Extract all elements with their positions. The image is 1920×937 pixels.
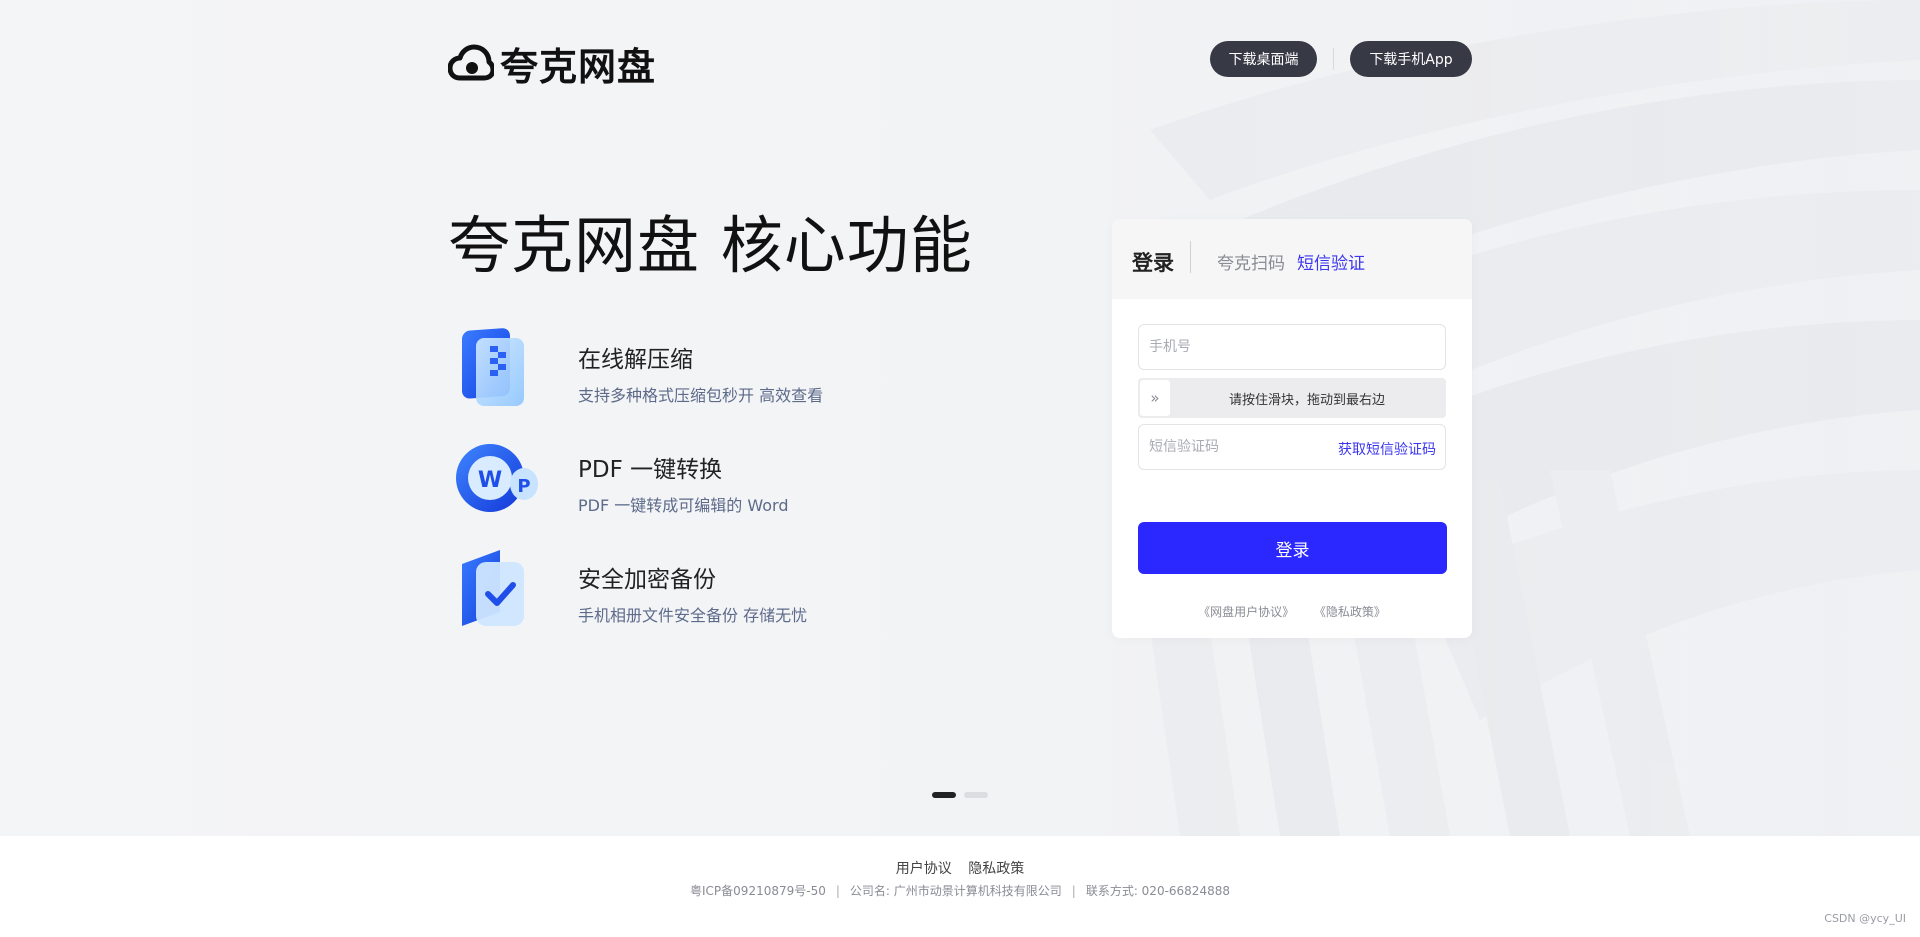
slider-handle[interactable]: »: [1140, 380, 1170, 416]
svg-text:W: W: [478, 468, 502, 493]
page-headline: 夸克网盘 核心功能: [448, 209, 973, 282]
login-header-divider: [1190, 241, 1191, 273]
secure-backup-icon: [462, 550, 524, 626]
double-chevron-right-icon: »: [1150, 389, 1160, 407]
contact-info: 联系方式: 020-66824888: [1085, 884, 1230, 898]
footer-links: 用户协议 隐私政策: [0, 858, 1920, 878]
footer-user-agreement-link[interactable]: 用户协议: [896, 861, 952, 877]
download-mobile-app-button[interactable]: 下载手机App: [1350, 41, 1472, 77]
feature-title: 安全加密备份: [578, 567, 716, 593]
footer: 用户协议 隐私政策 粤ICP备09210879号-50 | 公司名: 广州市动景计算…: [0, 836, 1920, 937]
user-agreement-link[interactable]: 《网盘用户协议》: [1198, 605, 1294, 619]
cloud-logo-icon: [448, 44, 494, 80]
login-panel: 登录 夸克扫码 短信验证 请按住滑块，拖动到最右边 » 获取短信验证码 登录 《…: [1112, 219, 1472, 638]
login-header: 登录 夸克扫码 短信验证: [1112, 219, 1472, 299]
logo[interactable]: 夸克网盘: [448, 36, 656, 91]
footer-info: 粤ICP备09210879号-50 | 公司名: 广州市动景计算机科技有限公司 | 联系…: [690, 884, 1230, 898]
feature-title: PDF 一键转换: [578, 457, 723, 483]
download-desktop-button[interactable]: 下载桌面端: [1210, 41, 1317, 77]
carousel-indicator: [932, 792, 988, 798]
company-name: 公司名: 广州市动景计算机科技有限公司: [849, 884, 1062, 898]
phone-field: [1138, 324, 1446, 370]
feature-description: PDF 一键转成可编辑的 Word: [578, 496, 789, 515]
feature-item-backup: 安全加密备份 手机相册文件安全备份 存储无忧: [448, 542, 1008, 642]
phone-input[interactable]: [1139, 325, 1439, 369]
logo-text: 夸克网盘: [500, 45, 657, 89]
feature-item-unzip: 在线解压缩 支持多种格式压缩包秒开 高效查看: [448, 322, 1008, 422]
hero-section: 夸克网盘 下载桌面端 下载手机App 夸克网盘 核心功能 在线解压缩 支持多种格…: [0, 0, 1920, 836]
privacy-policy-link[interactable]: 《隐私政策》: [1314, 605, 1386, 619]
svg-text:P: P: [517, 476, 530, 497]
carousel-dot-active[interactable]: [932, 792, 956, 798]
feature-description: 手机相册文件安全备份 存储无忧: [578, 606, 808, 625]
sms-code-field: 获取短信验证码: [1138, 424, 1446, 470]
feature-title: 在线解压缩: [578, 347, 693, 373]
header-divider: [1333, 48, 1334, 70]
pdf-word-convert-icon: W P: [456, 444, 538, 512]
feature-item-pdf: W P PDF 一键转换 PDF 一键转成可编辑的 Word: [448, 432, 1008, 532]
watermark: CSDN @ycy_UI: [1824, 912, 1906, 925]
login-submit-button[interactable]: 登录: [1138, 522, 1447, 574]
slide-captcha-hint: 请按住滑块，拖动到最右边: [1228, 393, 1385, 408]
tab-qr-scan[interactable]: 夸克扫码: [1217, 249, 1285, 274]
get-sms-code-link[interactable]: 获取短信验证码: [1338, 439, 1436, 459]
icp-number[interactable]: 粤ICP备09210879号-50: [690, 884, 826, 898]
carousel-dot[interactable]: [964, 792, 988, 798]
footer-privacy-link[interactable]: 隐私政策: [968, 861, 1024, 877]
feature-description: 支持多种格式压缩包秒开 高效查看: [578, 386, 824, 405]
tab-sms-verify[interactable]: 短信验证: [1297, 249, 1365, 274]
agreement-links: 《网盘用户协议》 《隐私政策》: [1112, 603, 1472, 620]
slide-captcha: 请按住滑块，拖动到最右边 »: [1138, 378, 1446, 418]
login-title: 登录: [1132, 251, 1174, 275]
zip-file-icon: [462, 328, 524, 406]
sms-code-input[interactable]: [1139, 425, 1359, 469]
